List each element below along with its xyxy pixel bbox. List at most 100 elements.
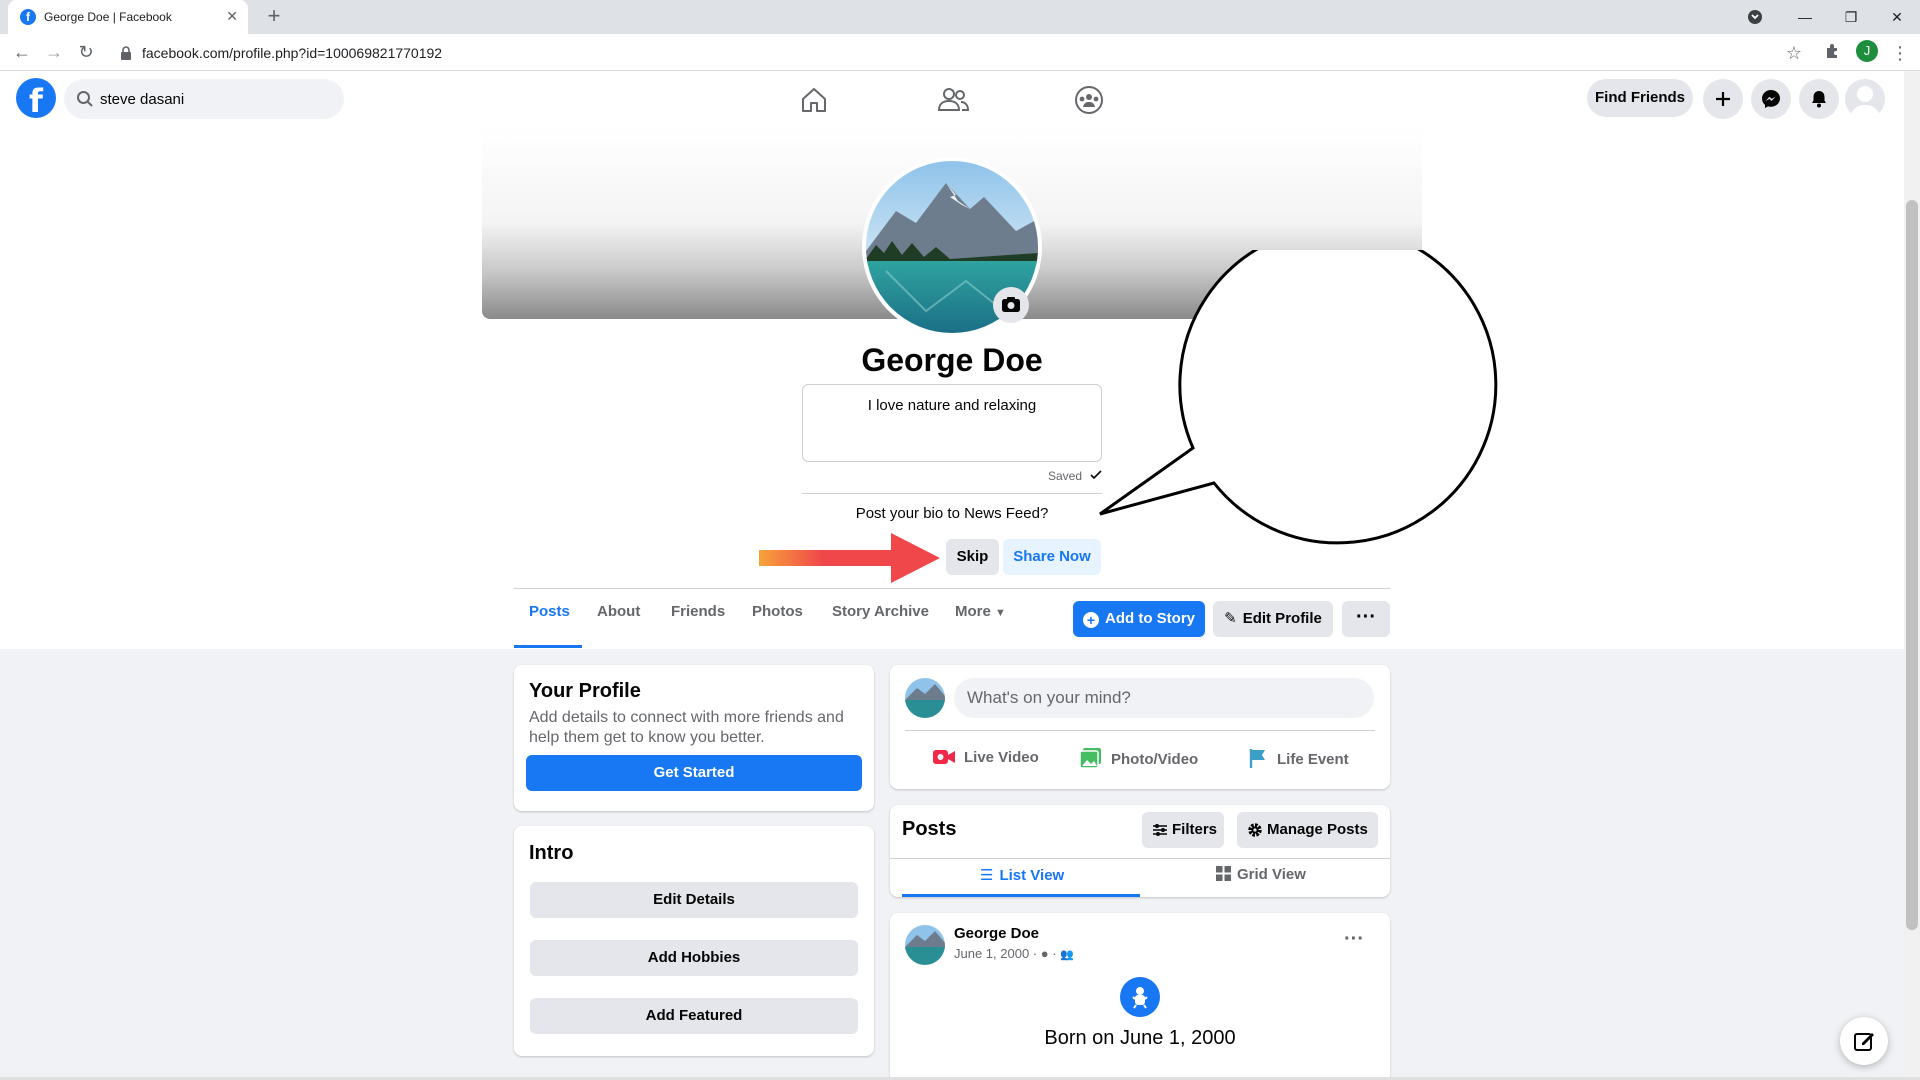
baby-life-event-icon bbox=[1120, 977, 1160, 1017]
facebook-favicon-icon: f bbox=[20, 9, 36, 25]
post-author-avatar[interactable] bbox=[905, 925, 945, 965]
more-actions-button[interactable]: ··· bbox=[1342, 601, 1390, 637]
reload-icon[interactable]: ↻ bbox=[74, 40, 98, 64]
plus-circle-icon: + bbox=[1083, 612, 1099, 628]
home-icon[interactable] bbox=[794, 80, 834, 120]
tab-title: George Doe | Facebook bbox=[44, 10, 172, 24]
live-video-button[interactable]: Live Video bbox=[932, 747, 1039, 767]
intro-title: Intro bbox=[529, 842, 574, 864]
photo-video-button[interactable]: Photo/Video bbox=[1079, 747, 1198, 769]
chrome-profile-avatar[interactable]: J bbox=[1856, 40, 1878, 62]
messenger-icon[interactable] bbox=[1751, 79, 1791, 119]
red-arrow-annotation bbox=[759, 533, 940, 583]
window-close-icon[interactable]: ✕ bbox=[1874, 0, 1920, 34]
post-more-options-icon[interactable]: ··· bbox=[1344, 928, 1364, 951]
address-bar[interactable]: facebook.com/profile.php?id=100069821770… bbox=[108, 39, 1808, 67]
divider bbox=[802, 493, 1102, 494]
search-input[interactable] bbox=[100, 79, 330, 119]
grid-view-tab[interactable]: Grid View bbox=[1216, 866, 1306, 883]
life-event-button[interactable]: Life Event bbox=[1247, 747, 1349, 769]
photo-video-icon bbox=[1079, 747, 1103, 769]
bio-textarea[interactable]: I love nature and relaxing bbox=[802, 384, 1102, 462]
facebook-search[interactable] bbox=[64, 79, 344, 119]
add-to-story-label: Add to Story bbox=[1105, 610, 1195, 627]
posts-title: Posts bbox=[902, 818, 957, 840]
minimize-icon[interactable]: — bbox=[1782, 0, 1828, 34]
post-author-name[interactable]: George Doe bbox=[954, 925, 1039, 942]
filters-sliders-icon bbox=[1152, 823, 1168, 837]
create-plus-icon[interactable] bbox=[1703, 79, 1743, 119]
scrollbar-thumb[interactable] bbox=[1906, 200, 1918, 930]
account-avatar[interactable] bbox=[1845, 79, 1885, 119]
list-view-tab[interactable]: ☰ List View bbox=[980, 866, 1064, 884]
filters-button[interactable]: Filters bbox=[1142, 812, 1224, 848]
post-date-text: June 1, 2000 · bbox=[954, 946, 1038, 961]
tab-more[interactable]: More ▼ bbox=[955, 603, 1006, 620]
your-profile-title: Your Profile bbox=[529, 680, 641, 702]
chrome-menu-icon[interactable]: ⋮ bbox=[1888, 41, 1912, 65]
forward-icon[interactable]: → bbox=[42, 40, 66, 64]
new-message-compose-icon[interactable] bbox=[1840, 1017, 1888, 1065]
saved-status: Saved bbox=[1048, 469, 1083, 483]
friends-audience-icon: 👥 bbox=[1060, 949, 1074, 961]
find-friends-button[interactable]: Find Friends bbox=[1587, 79, 1693, 117]
composer-avatar[interactable] bbox=[905, 678, 945, 718]
live-video-icon bbox=[932, 747, 956, 767]
caret-down-icon: ▼ bbox=[995, 607, 1006, 619]
get-started-button[interactable]: Get Started bbox=[526, 755, 862, 791]
new-tab-icon[interactable]: + bbox=[262, 4, 286, 28]
extensions-icon[interactable] bbox=[1824, 42, 1842, 60]
divider bbox=[905, 730, 1375, 731]
pencil-icon: ✎ bbox=[1224, 610, 1237, 627]
back-icon[interactable]: ← bbox=[10, 40, 34, 64]
life-event-label: Life Event bbox=[1277, 751, 1349, 768]
add-hobbies-button[interactable]: Add Hobbies bbox=[530, 940, 858, 976]
groups-icon[interactable] bbox=[1069, 80, 1109, 120]
list-icon: ☰ bbox=[980, 867, 994, 884]
facebook-logo-icon[interactable]: f bbox=[16, 78, 56, 120]
active-view-underline bbox=[902, 894, 1140, 897]
lock-icon bbox=[121, 46, 131, 60]
divider bbox=[890, 858, 1390, 859]
tab-about[interactable]: About bbox=[597, 603, 640, 620]
photo-video-label: Photo/Video bbox=[1111, 751, 1199, 768]
manage-posts-button[interactable]: Manage Posts bbox=[1237, 812, 1378, 848]
tab-photos[interactable]: Photos bbox=[752, 603, 803, 620]
life-event-text: Born on June 1, 2000 bbox=[1044, 1027, 1236, 1049]
tab-search-icon[interactable] bbox=[1738, 0, 1784, 34]
restore-icon[interactable]: ❐ bbox=[1828, 0, 1874, 34]
tab-friends[interactable]: Friends bbox=[671, 603, 725, 620]
browser-tab[interactable]: f George Doe | Facebook ✕ bbox=[8, 0, 248, 34]
tab-close-icon[interactable]: ✕ bbox=[226, 8, 238, 25]
bookmark-star-icon[interactable]: ☆ bbox=[1782, 41, 1806, 65]
browser-tab-strip bbox=[0, 0, 1920, 34]
whats-on-your-mind-input[interactable]: What's on your mind? bbox=[954, 678, 1374, 718]
divider bbox=[514, 588, 1390, 589]
list-view-label: List View bbox=[999, 867, 1065, 884]
filters-label: Filters bbox=[1172, 821, 1218, 838]
tab-story-archive[interactable]: Story Archive bbox=[832, 603, 929, 620]
post-date[interactable]: June 1, 2000 · ● · 👥 bbox=[954, 946, 1074, 961]
notifications-bell-icon[interactable] bbox=[1799, 79, 1839, 119]
add-to-story-button[interactable]: + Add to Story bbox=[1073, 601, 1205, 637]
search-icon bbox=[77, 91, 93, 107]
url-text: facebook.com/profile.php?id=100069821770… bbox=[142, 45, 443, 61]
edit-profile-button[interactable]: ✎ Edit Profile bbox=[1213, 601, 1333, 637]
tab-more-label: More bbox=[955, 603, 991, 620]
share-now-button[interactable]: Share Now bbox=[1003, 539, 1101, 575]
clock-icon: ● bbox=[1040, 946, 1049, 961]
life-event-flag-icon bbox=[1247, 747, 1269, 769]
manage-posts-label: Manage Posts bbox=[1267, 821, 1368, 838]
friends-icon[interactable] bbox=[933, 80, 973, 120]
gear-icon bbox=[1247, 822, 1263, 838]
edit-profile-label: Edit Profile bbox=[1242, 610, 1322, 627]
active-tab-underline bbox=[514, 645, 582, 648]
live-video-label: Live Video bbox=[964, 749, 1039, 766]
your-profile-description: Add details to connect with more friends… bbox=[529, 709, 844, 746]
edit-profile-picture-camera-icon[interactable] bbox=[993, 287, 1029, 323]
add-featured-button[interactable]: Add Featured bbox=[530, 998, 858, 1034]
grid-view-label: Grid View bbox=[1237, 866, 1306, 883]
tab-posts[interactable]: Posts bbox=[529, 603, 570, 620]
edit-details-button[interactable]: Edit Details bbox=[530, 882, 858, 918]
skip-button[interactable]: Skip bbox=[946, 539, 999, 575]
